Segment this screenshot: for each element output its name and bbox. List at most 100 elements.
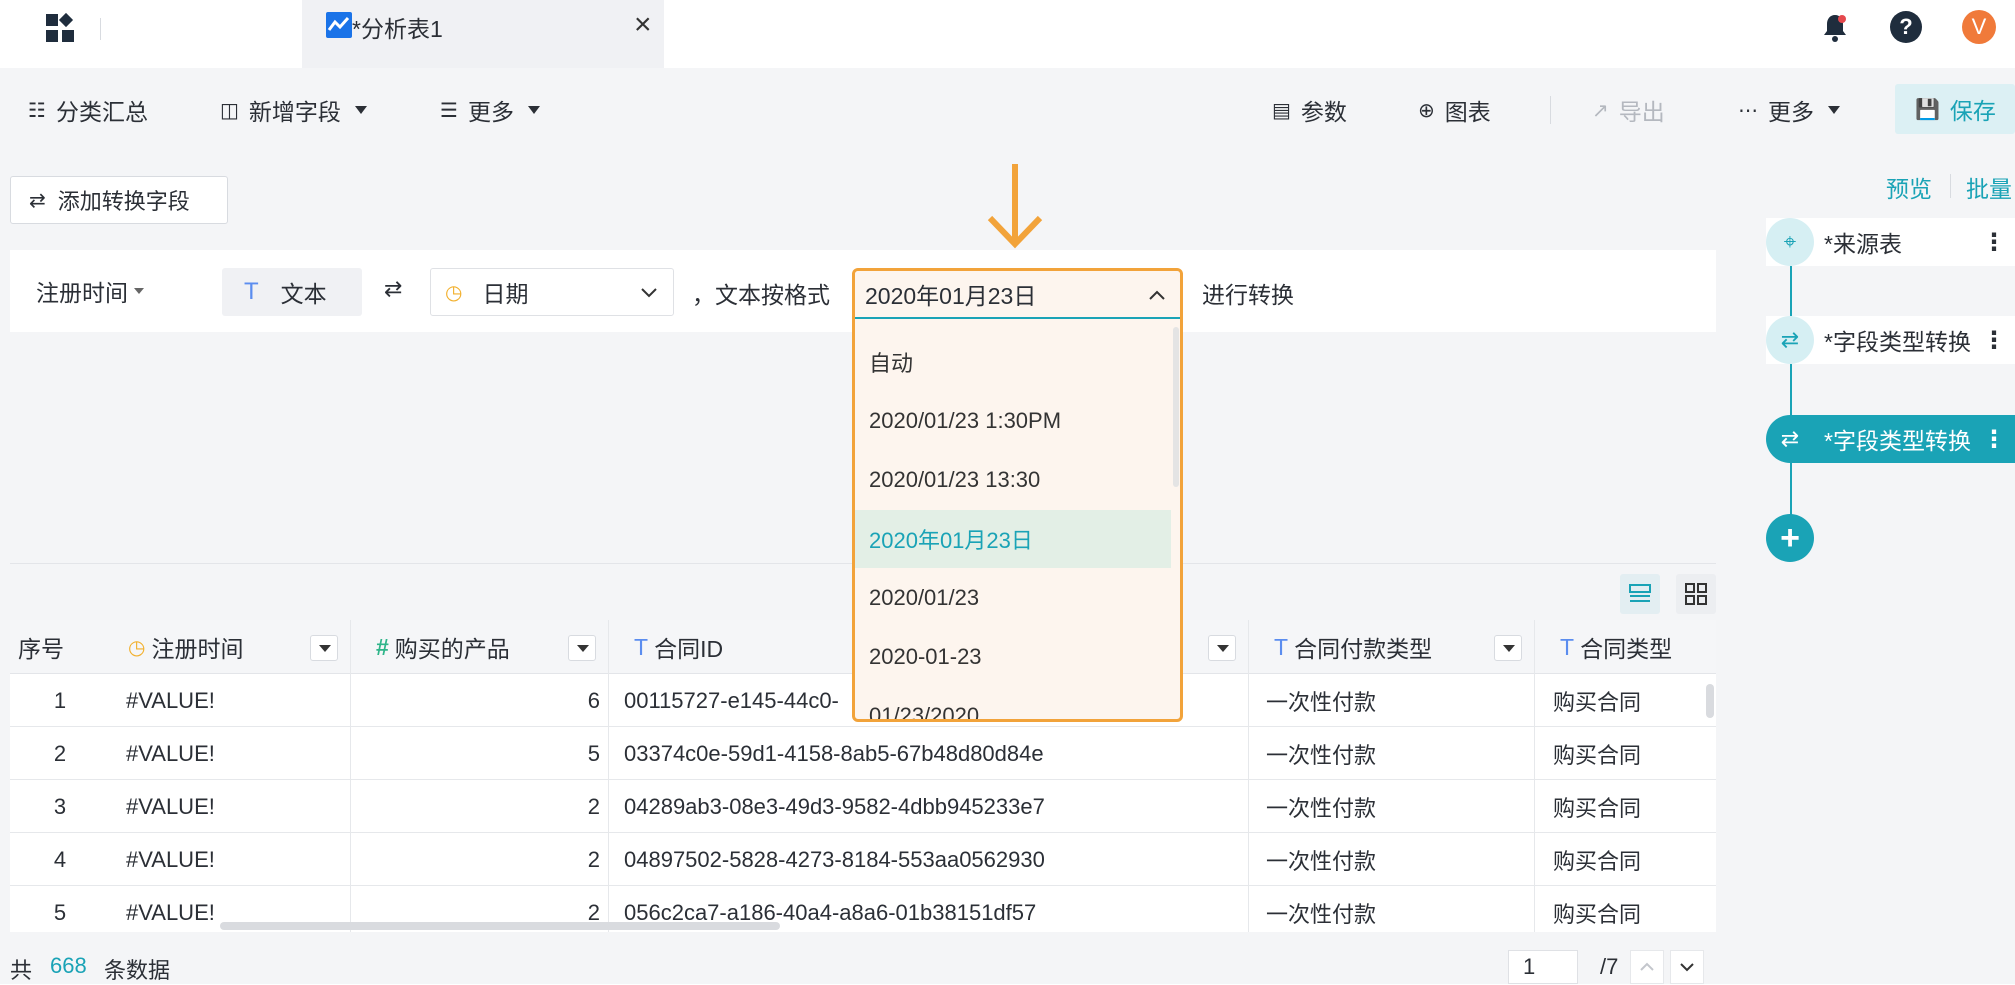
format-option[interactable]: 2020/01/23 1:30PM [855, 392, 1171, 450]
format-option[interactable]: 2020/01/23 13:30 [855, 451, 1171, 509]
field-name-select[interactable]: 注册时间 [36, 274, 144, 308]
page-number-field[interactable]: 1 [1508, 950, 1578, 984]
column-divider [1248, 620, 1249, 932]
format-option[interactable]: 2020-01-23 [855, 628, 1171, 686]
format-option[interactable]: 2020/01/23 [855, 569, 1171, 627]
help-icon[interactable]: ? [1890, 11, 1922, 43]
toolbar-divider [1550, 96, 1551, 124]
more-circle-icon: ⋯ [1738, 99, 1758, 122]
arrow-down-annotation-icon [982, 160, 1048, 252]
column-header-index: 序号 [10, 620, 110, 674]
more-right-button[interactable]: ⋯ 更多 [1738, 92, 1840, 128]
more-vertical-icon[interactable]: ⋮ [1982, 316, 2006, 364]
chart-button[interactable]: ⊕ 图表 [1418, 92, 1491, 128]
chevron-down-icon [527, 106, 540, 114]
shuffle-icon: ⇄ [29, 189, 46, 212]
date-format-select[interactable]: 2020年01月23日 [855, 271, 1180, 319]
apps-grid-icon[interactable] [44, 12, 76, 44]
bell-icon[interactable] [1820, 12, 1850, 44]
from-type-label: 文本 [280, 281, 327, 307]
group-summary-label: 分类汇总 [55, 99, 148, 125]
caret-down-icon [134, 288, 144, 294]
format-label: ，文本按格式 [692, 282, 830, 308]
column-header-payment-type[interactable]: T 合同付款类型 [1266, 620, 1506, 674]
params-label: 参数 [1300, 99, 1347, 125]
tab-analysis-table[interactable]: *分析表1 × [302, 0, 664, 68]
cell-index: 3 [53, 793, 67, 819]
hierarchy-icon: ☷ [28, 99, 46, 122]
column-filter-button[interactable] [568, 635, 596, 661]
chevron-up-icon[interactable] [1146, 284, 1168, 312]
total-prefix: 共 [10, 958, 33, 983]
column-filter-button[interactable] [310, 635, 338, 661]
cell-register-time: #VALUE! [126, 687, 215, 713]
batch-link[interactable]: 批量 [1966, 170, 2012, 204]
column-header-label: 合同ID [654, 636, 724, 662]
add-field-button[interactable]: ◫ 新增字段 [220, 92, 367, 128]
column-filter-button[interactable] [1208, 635, 1236, 661]
format-option-selected[interactable]: 2020年01月23日 [855, 510, 1171, 568]
more-vertical-icon[interactable]: ⋮ [1982, 218, 2006, 266]
preview-link[interactable]: 预览 [1886, 170, 1932, 204]
prev-page-button[interactable] [1630, 950, 1664, 984]
to-type-select[interactable]: ◷ 日期 [430, 268, 674, 316]
table-view-toggle-icon[interactable] [1620, 574, 1660, 614]
column-header-contract-type[interactable]: T 合同类型 [1552, 620, 1716, 674]
cell-contract-type: 购买合同 [1553, 795, 1642, 821]
more-right-label: 更多 [1768, 99, 1814, 125]
column-header-label: 注册时间 [151, 636, 244, 662]
cell-register-time: #VALUE! [126, 740, 215, 766]
table-row[interactable]: 3 #VALUE! 2 04289ab3-08e3-49d3-9582-4dbb… [10, 780, 1716, 833]
vertical-scrollbar[interactable] [1706, 684, 1714, 718]
tab-bar: *分析表1 × ? V [0, 0, 2015, 68]
more-left-button[interactable]: ☰ 更多 [440, 92, 540, 128]
cell-product: 2 [587, 846, 600, 872]
table-row[interactable]: 2 #VALUE! 5 03374c0e-59d1-4158-8ab5-67b4… [10, 727, 1716, 780]
shuffle-icon: ⇄ [384, 276, 403, 301]
text-type-icon: T [1274, 633, 1289, 660]
cell-contract-type: 购买合同 [1553, 901, 1642, 927]
export-label: 导出 [1618, 99, 1665, 125]
dropdown-scrollbar[interactable] [1173, 327, 1179, 487]
add-transform-field-button[interactable]: ⇄ 添加转换字段 [10, 176, 228, 224]
group-summary-button[interactable]: ☷ 分类汇总 [28, 92, 148, 128]
table-row[interactable]: 4 #VALUE! 2 04897502-5828-4273-8184-553a… [10, 833, 1716, 886]
column-divider [350, 620, 351, 932]
format-option[interactable]: 自动 [855, 333, 1171, 391]
target-icon: ⌖ [1766, 218, 1814, 266]
tab-title: *分析表1 [352, 16, 443, 42]
add-step-button[interactable]: + [1766, 514, 1814, 562]
shuffle-icon: ⇄ [1766, 316, 1814, 364]
next-page-button[interactable] [1670, 950, 1704, 984]
cell-contract-type: 购买合同 [1553, 742, 1642, 768]
chevron-down-icon [639, 281, 659, 308]
save-button[interactable]: 💾 保存 [1895, 84, 2015, 134]
export-icon: ↗ [1592, 99, 1609, 122]
params-icon: ▤ [1272, 99, 1291, 122]
format-option[interactable]: 01/23/2020 [855, 687, 1171, 719]
column-filter-button[interactable] [1494, 635, 1522, 661]
export-button[interactable]: ↗ 导出 [1592, 92, 1665, 128]
text-type-icon: T [634, 633, 649, 660]
avatar[interactable]: V [1962, 10, 1996, 44]
add-field-label: 新增字段 [248, 99, 341, 125]
params-button[interactable]: ▤ 参数 [1272, 92, 1347, 128]
page-input[interactable]: 1 /7 [1508, 950, 1742, 984]
column-divider [608, 620, 609, 932]
more-vertical-icon[interactable]: ⋮ [1982, 415, 2006, 463]
cell-payment-type: 一次性付款 [1266, 742, 1377, 768]
to-type-label: 日期 [482, 281, 529, 307]
cell-payment-type: 一次性付款 [1266, 848, 1377, 874]
cell-contract-type: 购买合同 [1553, 689, 1642, 715]
step-label: *来源表 [1824, 231, 1902, 257]
horizontal-scrollbar[interactable] [220, 922, 780, 930]
date-format-dropdown[interactable]: 2020年01月23日 自动 2020/01/23 1:30PM 2020/01… [852, 268, 1183, 722]
grid-view-toggle-icon[interactable] [1676, 574, 1716, 614]
cell-contract-id: 04289ab3-08e3-49d3-9582-4dbb945233e7 [624, 793, 1045, 819]
step-label: *字段类型转换 [1824, 329, 1971, 355]
column-header-label: 合同类型 [1580, 636, 1673, 662]
shuffle-icon: ⇄ [1780, 426, 1800, 451]
close-icon[interactable]: × [634, 8, 652, 42]
panel-divider [1950, 174, 1951, 198]
from-type-badge: T 文本 [222, 268, 362, 316]
